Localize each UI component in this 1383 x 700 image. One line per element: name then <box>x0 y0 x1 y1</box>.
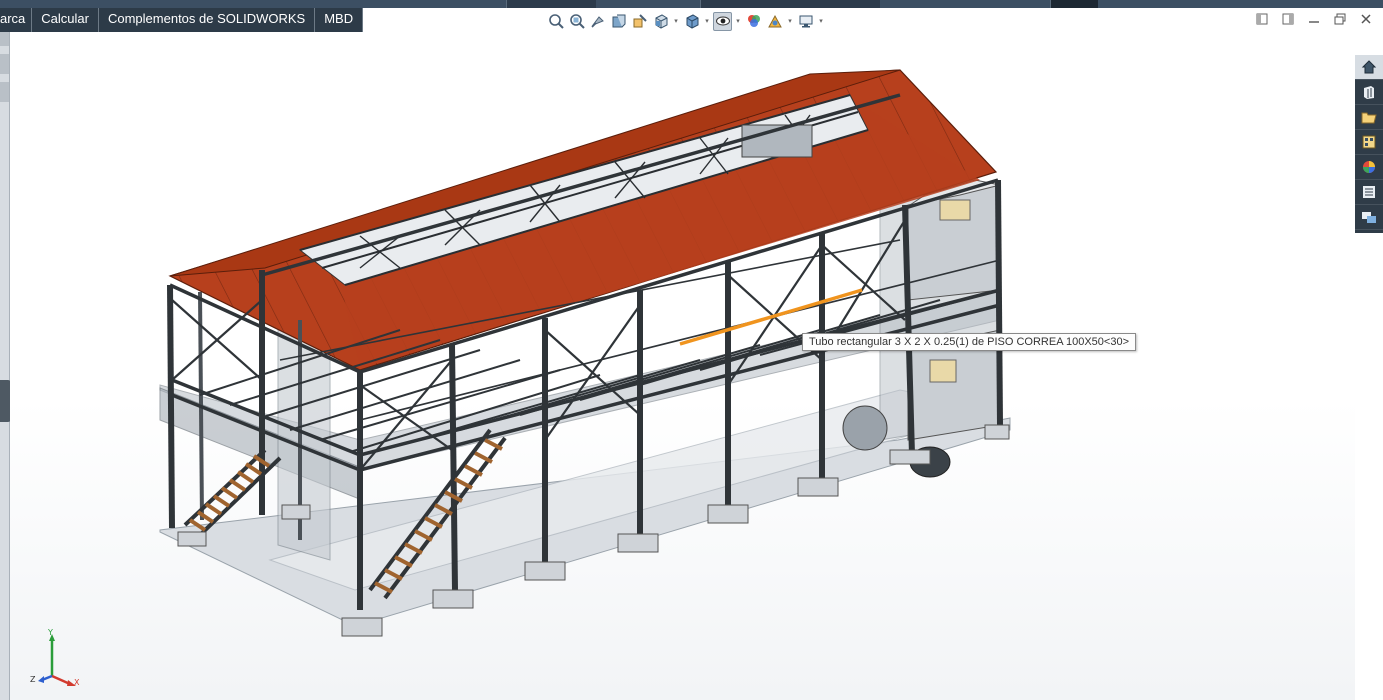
tab-mbd[interactable]: MBD <box>315 8 364 32</box>
appearances-scenes-icon[interactable] <box>1355 155 1383 180</box>
title-strip <box>0 0 1383 8</box>
document-tab-ghost[interactable] <box>506 0 596 8</box>
solidworks-forum-icon[interactable] <box>1355 205 1383 230</box>
triad-y-label: Y <box>48 628 53 637</box>
command-manager-tabs: arca Calcular Complementos de SOLIDWORKS… <box>0 8 364 32</box>
door-frame <box>939 199 971 221</box>
edit-appearance-icon[interactable] <box>744 12 763 31</box>
view-settings-icon[interactable] <box>796 12 815 31</box>
tab-complementos[interactable]: Complementos de SOLIDWORKS <box>98 8 316 32</box>
maximize-icon[interactable] <box>1333 12 1347 26</box>
reference-triad: Y Z X <box>30 628 90 692</box>
zoom-to-fit-icon[interactable] <box>546 12 565 31</box>
file-explorer-icon[interactable] <box>1355 105 1383 130</box>
minimize-icon[interactable] <box>1307 12 1321 26</box>
close-icon[interactable] <box>1359 12 1373 26</box>
tab-arca[interactable]: arca <box>0 8 33 32</box>
graphics-area[interactable] <box>10 32 1355 700</box>
dynamic-annotation-views-icon[interactable] <box>630 12 649 31</box>
view-settings-dropdown-icon[interactable]: ▾ <box>817 17 825 25</box>
display-style-icon[interactable] <box>682 12 701 31</box>
apply-scene-icon[interactable] <box>765 12 784 31</box>
hide-show-items-icon[interactable] <box>713 11 732 31</box>
zoom-to-area-icon[interactable] <box>567 12 586 31</box>
display-style-dropdown-icon[interactable]: ▾ <box>703 17 711 25</box>
task-pane <box>1355 55 1383 233</box>
previous-view-icon[interactable] <box>588 12 607 31</box>
section-view-icon[interactable] <box>609 12 628 31</box>
document-tab-ghost[interactable] <box>1050 0 1098 8</box>
feature-manager-panel-edge[interactable] <box>0 32 11 700</box>
design-library-icon[interactable] <box>1355 80 1383 105</box>
view-palette-icon[interactable] <box>1355 130 1383 155</box>
solidworks-resources-icon[interactable] <box>1355 55 1383 80</box>
structure-model[interactable] <box>10 32 1355 700</box>
triad-x-label: X <box>74 678 80 687</box>
apply-scene-dropdown-icon[interactable]: ▾ <box>786 17 794 25</box>
heads-up-view-toolbar: ▾ ▾ ▾ ▾ ▾ <box>546 10 825 32</box>
panel-tab[interactable] <box>0 54 9 74</box>
door-frame <box>929 359 957 383</box>
triad-z-label: Z <box>30 675 36 684</box>
hide-show-dropdown-icon[interactable]: ▾ <box>734 17 742 25</box>
document-window-controls <box>1255 12 1373 26</box>
view-orientation-icon[interactable] <box>651 12 670 31</box>
view-orientation-dropdown-icon[interactable]: ▾ <box>672 17 680 25</box>
panel-tab[interactable] <box>0 32 9 46</box>
triad-axes-icon <box>38 634 76 686</box>
entity-tooltip: Tubo rectangular 3 X 2 X 0.25(1) de PISO… <box>802 333 1137 351</box>
restore-right-icon[interactable] <box>1281 12 1295 26</box>
tab-calcular[interactable]: Calcular <box>32 8 99 32</box>
custom-properties-icon[interactable] <box>1355 180 1383 205</box>
document-tab-ghost[interactable] <box>700 0 880 8</box>
panel-tab[interactable] <box>0 82 9 102</box>
water-tank <box>842 405 888 451</box>
restore-left-icon[interactable] <box>1255 12 1269 26</box>
